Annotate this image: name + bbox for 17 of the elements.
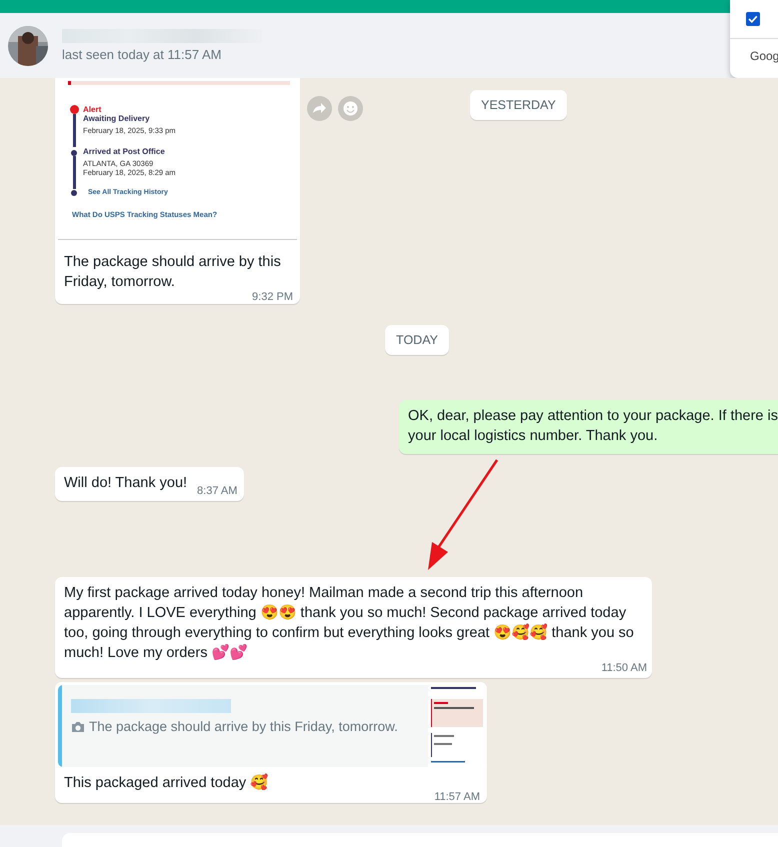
message-text: The package should arrive by this Friday, tomorrow. <box>64 254 281 290</box>
message-time: 8:37 AM <box>197 484 238 499</box>
message-text: My first package arrived today honey! Mailman made a second trip this afternoon apparently. I LOVE everything 😍😍 thank you so much! Second package arrived today too, going through everything to confirm but everything looks great 😍🥰🥰 thank you so much! Love my orders 💕💕 <box>64 585 634 661</box>
quoted-message[interactable]: The package should arrive by this Friday, tomorrow. <box>58 685 484 767</box>
message-text: This packaged arrived today 🥰 <box>64 775 268 791</box>
alert-label: Alert <box>83 105 102 114</box>
date-chip: TODAY <box>385 325 449 355</box>
event-title: Awaiting Delivery <box>83 114 151 123</box>
message-time: 11:57 AM <box>434 790 480 805</box>
message-text: OK, dear, please pay attention to your package. If there is your local logistics number. Thank you. <box>408 408 778 444</box>
message-time: 9:32 PM <box>252 291 293 303</box>
date-chip: YESTERDAY <box>470 90 567 120</box>
quoted-text: The package should arrive by this Friday, tomorrow. <box>89 719 398 734</box>
event-title: Arrived at Post Office <box>83 147 166 156</box>
last-seen-status: last seen today at 11:57 AM <box>62 47 222 62</box>
message-text: Will do! Thank you! <box>64 475 188 491</box>
message-time: 11:50 AM <box>601 662 647 674</box>
